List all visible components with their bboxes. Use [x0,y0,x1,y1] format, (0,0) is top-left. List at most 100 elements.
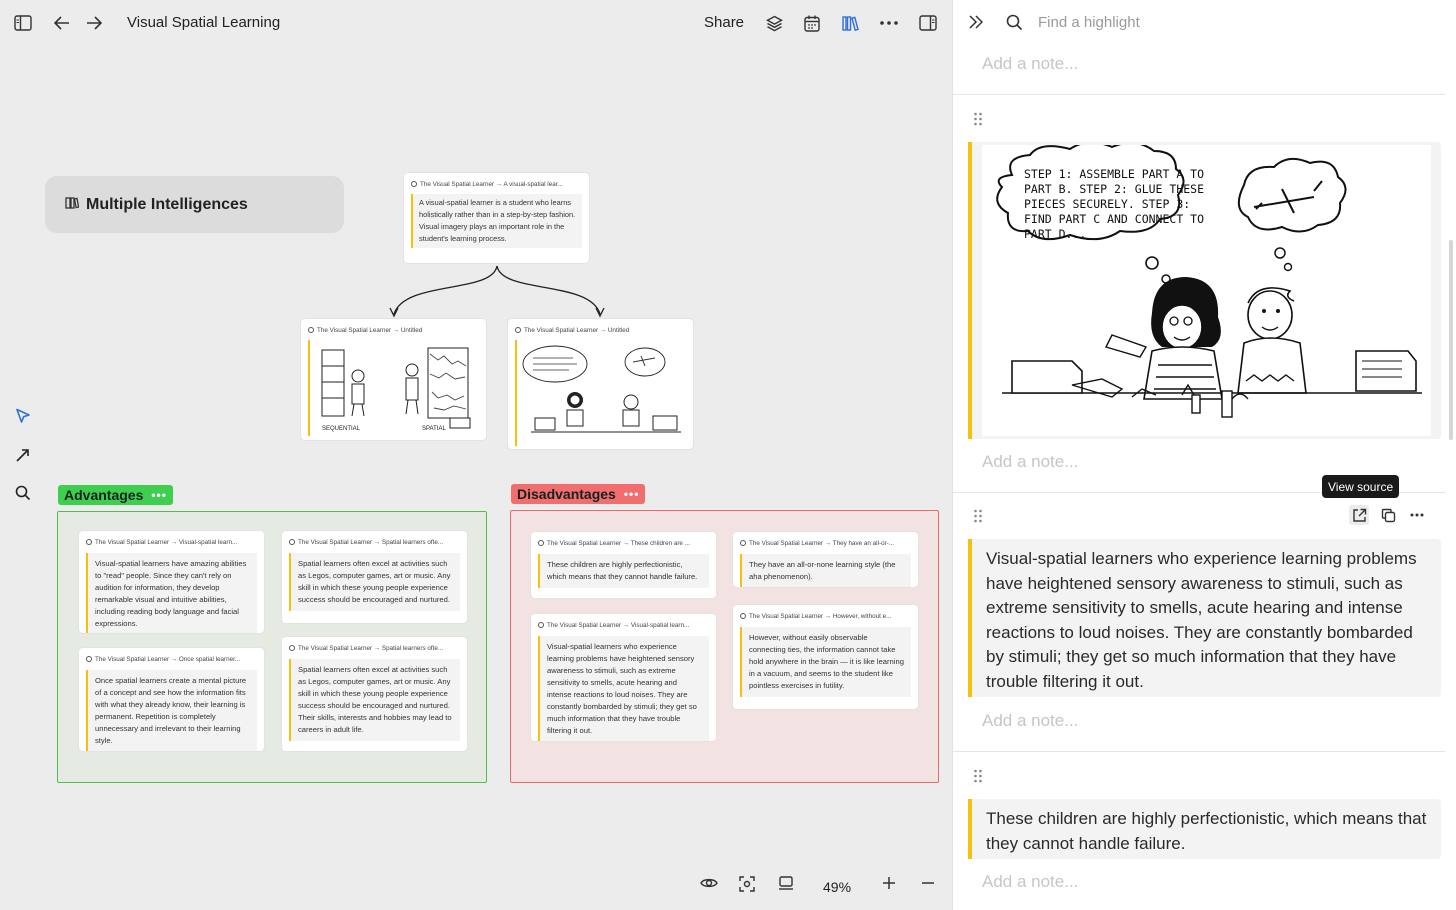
card-text: Spatial learners often excel at activiti… [289,659,460,741]
collapse-panel-icon[interactable] [969,15,984,34]
highlight-card-adv-1[interactable]: The Visual Spatial Learner → Visual-spat… [79,531,264,633]
highlight-search-input[interactable]: Find a highlight [1038,14,1140,31]
sidebar-toggle-icon[interactable] [11,11,35,35]
region-more-icon[interactable]: ••• [624,487,640,501]
eye-icon[interactable] [700,876,718,895]
add-note-input[interactable]: Add a note... [982,54,1078,74]
region-label: Disadvantages [517,486,616,502]
zoom-in-icon[interactable] [882,876,896,895]
caption-spatial: SPATIAL [422,426,446,432]
card-text: They have an all-or-none learning style … [740,554,911,587]
highlight-card-dis-3[interactable]: The Visual Spatial Learner → Visual-spat… [531,614,716,741]
group-icon [65,196,80,214]
text-highlight-2[interactable]: These children are highly perfectionisti… [968,799,1441,859]
zoom-out-icon[interactable] [921,876,935,895]
cartoon-sequential-spatial-image: SEQUENTIAL SPATIAL [308,340,479,436]
cartoon-assembly-image: STEP 1: ASSEMBLE PART A TO PART B. STEP … [982,141,1431,436]
back-arrow-icon[interactable] [50,11,74,35]
highlight-text: These children are highly perfectionisti… [986,809,1427,853]
whiteboard-canvas[interactable]: Visual Spatial Learning Share Multiple I… [0,0,952,910]
highlight-actions [1349,505,1427,525]
add-note-input[interactable]: Add a note... [982,711,1078,731]
arrow-tool-icon[interactable] [12,444,34,466]
panel-header: Find a highlight [953,0,1456,46]
image-highlight[interactable]: STEP 1: ASSEMBLE PART A TO PART B. STEP … [968,141,1441,439]
card-text: Once spatial learners create a mental pi… [86,670,257,751]
highlight-card-adv-4[interactable]: The Visual Spatial Learner → Spatial lea… [282,637,467,751]
connector-arrows [389,265,605,318]
highlight-card-dis-1[interactable]: The Visual Spatial Learner → These child… [531,532,716,598]
group-card-label: Multiple Intelligences [86,195,248,213]
card-text: These children are highly perfectionisti… [538,554,709,588]
highlight-card-adv-2[interactable]: The Visual Spatial Learner → Spatial lea… [282,531,467,623]
card-text: A visual-spatial learner is a student wh… [411,194,582,248]
source-icon [411,181,417,187]
image-card-assembly-cartoon[interactable]: The Visual Spatial Learner → Untitled [508,319,693,449]
source-icon [538,622,544,628]
more-icon[interactable] [877,11,901,35]
source-icon [308,327,314,333]
forward-arrow-icon[interactable] [82,11,106,35]
source-icon [289,539,295,545]
card-text: Visual-spatial learners who experience l… [538,636,709,741]
card-source: The Visual Spatial Learner → They have a… [749,539,895,547]
zoom-level[interactable]: 49% [823,879,851,895]
fit-screen-icon[interactable] [739,876,755,897]
top-toolbar: Visual Spatial Learning Share [0,0,952,46]
divider [953,94,1445,95]
highlight-card-dis-2[interactable]: The Visual Spatial Learner → They have a… [733,532,918,587]
library-icon[interactable] [838,11,862,35]
card-source: The Visual Spatial Learner → Visual-spat… [547,621,690,629]
drag-handle-icon[interactable] [973,112,983,126]
drag-handle-icon[interactable] [973,509,983,523]
card-source: The Visual Spatial Learner → Untitled [317,326,423,334]
bubble-text: STEP 1: ASSEMBLE PART A TO PART B. STEP … [1024,167,1205,241]
region-more-icon[interactable]: ••• [151,488,167,502]
card-source: The Visual Spatial Learner → Once spatia… [95,655,241,663]
panel-right-icon[interactable] [916,11,940,35]
add-note-input[interactable]: Add a note... [982,872,1078,892]
cartoon-assembly-image-small [515,340,686,446]
text-highlight-1[interactable]: Visual-spatial learners who experience l… [968,539,1441,697]
card-source: The Visual Spatial Learner → Spatial lea… [298,644,444,652]
image-card-sequential-spatial[interactable]: The Visual Spatial Learner → Untitled SE… [301,319,486,440]
region-label: Advantages [64,487,144,503]
group-card-multiple-intelligences[interactable]: Multiple Intelligences [45,176,344,233]
drag-handle-icon[interactable] [973,769,983,783]
card-source: The Visual Spatial Learner → A visual-sp… [420,180,563,188]
highlight-card-adv-3[interactable]: The Visual Spatial Learner → Once spatia… [79,648,264,751]
copy-icon[interactable] [1378,505,1398,525]
card-source: The Visual Spatial Learner → These child… [547,539,690,547]
divider [953,751,1445,752]
search-icon [1006,14,1023,36]
frame-icon[interactable] [778,876,794,896]
source-icon [86,539,92,545]
card-source: The Visual Spatial Learner → However, wi… [749,612,892,620]
view-source-tooltip: View source [1322,475,1400,498]
open-source-icon[interactable] [1349,505,1369,525]
card-source: The Visual Spatial Learner → Visual-spat… [95,538,238,546]
add-note-input[interactable]: Add a note... [982,452,1078,472]
search-icon[interactable] [12,482,34,504]
source-icon [740,613,746,619]
card-source: The Visual Spatial Learner → Spatial lea… [298,538,444,546]
calendar-icon[interactable] [800,11,824,35]
region-tag-advantages[interactable]: Advantages ••• [58,485,173,505]
caption-sequential: SEQUENTIAL [322,426,361,432]
highlight-card-root[interactable]: The Visual Spatial Learner → A visual-sp… [404,173,589,263]
share-button[interactable]: Share [704,14,744,31]
card-source: The Visual Spatial Learner → Untitled [524,326,630,334]
select-tool-icon[interactable] [12,405,34,427]
more-icon[interactable] [1407,505,1427,525]
highlight-card-dis-4[interactable]: The Visual Spatial Learner → However, wi… [733,605,918,709]
card-text: However, without easily observable conne… [740,627,911,697]
layers-icon[interactable] [762,11,786,35]
source-icon [740,540,746,546]
region-tag-disadvantages[interactable]: Disadvantages ••• [511,484,646,504]
highlight-text: Visual-spatial learners who experience l… [986,549,1417,691]
source-icon [289,645,295,651]
source-icon [86,656,92,662]
card-text: Visual-spatial learners have amazing abi… [86,553,257,633]
scrollbar[interactable] [1449,240,1453,440]
page-title: Visual Spatial Learning [127,14,281,31]
